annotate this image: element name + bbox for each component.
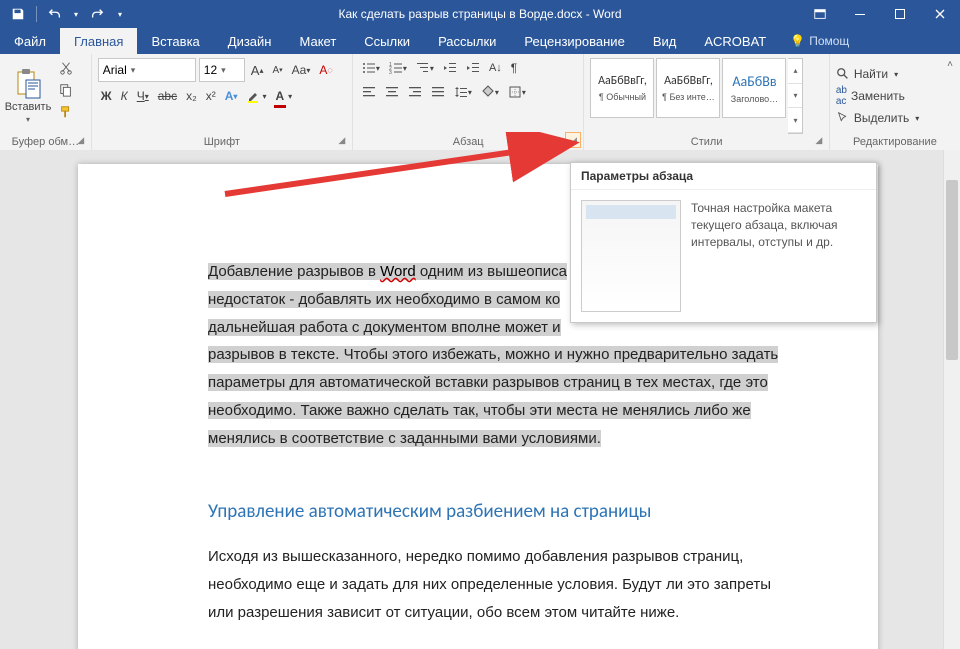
quick-access-toolbar: ▾ ▾	[0, 2, 127, 26]
italic-button[interactable]: К	[118, 86, 131, 106]
ribbon-options-icon[interactable]	[800, 0, 840, 28]
tab-references[interactable]: Ссылки	[350, 28, 424, 54]
tell-me[interactable]: 💡 Помощ	[780, 28, 859, 54]
select-button[interactable]: Выделить▾	[836, 108, 954, 128]
tab-insert[interactable]: Вставка	[137, 28, 213, 54]
format-painter-icon[interactable]	[56, 102, 76, 122]
undo-dropdown-icon[interactable]: ▾	[71, 2, 81, 26]
styles-launcher-icon[interactable]: ◢	[811, 132, 827, 148]
shading-icon[interactable]: ▾	[478, 82, 502, 102]
find-button[interactable]: Найти▾	[836, 64, 954, 84]
grow-font-icon[interactable]: A▴	[248, 60, 267, 80]
group-paragraph-label: Абзац	[359, 134, 578, 148]
style-gallery-more[interactable]: ▴▾▾	[788, 58, 803, 134]
tab-mailings[interactable]: Рассылки	[424, 28, 510, 54]
bullets-icon[interactable]: ▾	[359, 58, 383, 78]
paragraph-tooltip: Параметры абзаца Точная настройка макета…	[570, 162, 877, 323]
style-no-spacing[interactable]: АаБбВвГг, ¶ Без инте…	[656, 58, 720, 118]
bold-button[interactable]: Ж	[98, 86, 115, 106]
tell-me-label: Помощ	[809, 34, 849, 48]
copy-icon[interactable]	[56, 80, 76, 100]
ribbon-tabs: Файл Главная Вставка Дизайн Макет Ссылки…	[0, 28, 960, 54]
decrease-indent-icon[interactable]	[440, 58, 460, 78]
sort-icon[interactable]: A↓	[486, 58, 505, 78]
collapse-ribbon-icon[interactable]: ˄	[942, 56, 958, 72]
paste-button[interactable]: Вставить ▾	[6, 58, 50, 134]
subscript-button[interactable]: x₂	[183, 86, 200, 106]
group-clipboard: Вставить ▾ Буфер обм… ◢	[0, 54, 92, 150]
maximize-icon[interactable]	[880, 0, 920, 28]
chevron-down-icon: ▾	[26, 115, 30, 124]
align-center-icon[interactable]	[382, 82, 402, 102]
font-launcher-icon[interactable]: ◢	[334, 132, 350, 148]
scrollbar-thumb[interactable]	[946, 180, 958, 360]
font-name-combo[interactable]: Arial▾	[98, 58, 196, 82]
replace-button[interactable]: abac Заменить	[836, 86, 954, 106]
highlight-icon[interactable]: ▾	[243, 86, 269, 106]
group-styles: АаБбВвГг, ¶ Обычный АаБбВвГг, ¶ Без инте…	[584, 54, 829, 150]
tab-home[interactable]: Главная	[60, 28, 137, 54]
group-editing: Найти▾ abac Заменить Выделить▾ Редактиро…	[830, 54, 960, 150]
group-font: Arial▾ 12▾ A▴ A▾ Aa▾ A◌ Ж К Ч▾ abc x₂ x²…	[92, 54, 353, 150]
tab-design[interactable]: Дизайн	[214, 28, 286, 54]
change-case-icon[interactable]: Aa▾	[289, 60, 314, 80]
show-marks-icon[interactable]: ¶	[508, 58, 520, 78]
cut-icon[interactable]	[56, 58, 76, 78]
vertical-scrollbar[interactable]	[943, 150, 960, 649]
clipboard-launcher-icon[interactable]: ◢	[73, 132, 89, 148]
group-styles-label: Стили	[590, 134, 822, 148]
tooltip-thumbnail	[581, 200, 681, 312]
numbering-icon[interactable]: 123▾	[386, 58, 410, 78]
font-color-icon[interactable]: A▾	[272, 86, 295, 106]
tab-acrobat[interactable]: ACROBAT	[690, 28, 780, 54]
ribbon: Вставить ▾ Буфер обм… ◢ Arial▾ 12▾ A▴ A▾…	[0, 54, 960, 151]
save-icon[interactable]	[6, 2, 30, 26]
heading-2: Управление автоматическим разбиением на …	[208, 494, 803, 529]
redo-icon[interactable]	[85, 2, 109, 26]
clear-format-icon[interactable]: A◌	[316, 60, 335, 80]
window-title: Как сделать разрыв страницы в Ворде.docx…	[338, 7, 621, 21]
justify-icon[interactable]	[428, 82, 448, 102]
increase-indent-icon[interactable]	[463, 58, 483, 78]
group-editing-label: Редактирование	[836, 134, 954, 148]
font-size-combo[interactable]: 12▾	[199, 58, 245, 82]
style-heading1[interactable]: АаБбВв Заголово…	[722, 58, 786, 118]
window-buttons	[800, 0, 960, 28]
text-effects-icon[interactable]: A▾	[222, 86, 241, 106]
tab-review[interactable]: Рецензирование	[510, 28, 638, 54]
lightbulb-icon: 💡	[790, 34, 805, 48]
paragraph-launcher-icon[interactable]: ◢	[565, 132, 581, 148]
tab-view[interactable]: Вид	[639, 28, 691, 54]
style-normal[interactable]: АаБбВвГг, ¶ Обычный	[590, 58, 654, 118]
qat-customize-icon[interactable]: ▾	[113, 2, 127, 26]
title-bar: ▾ ▾ Как сделать разрыв страницы в Ворде.…	[0, 0, 960, 28]
group-paragraph: ▾ 123▾ ▾ A↓ ¶ ▾ ▾ ▾ Абзац ◢	[353, 54, 585, 150]
strike-button[interactable]: abc	[155, 86, 180, 106]
align-left-icon[interactable]	[359, 82, 379, 102]
close-icon[interactable]	[920, 0, 960, 28]
borders-icon[interactable]: ▾	[505, 82, 529, 102]
align-right-icon[interactable]	[405, 82, 425, 102]
style-gallery: АаБбВвГг, ¶ Обычный АаБбВвГг, ¶ Без инте…	[590, 58, 803, 134]
svg-text:3: 3	[389, 70, 392, 75]
tab-layout[interactable]: Макет	[285, 28, 350, 54]
tooltip-title: Параметры абзаца	[571, 163, 876, 190]
underline-button[interactable]: Ч▾	[134, 86, 152, 106]
minimize-icon[interactable]	[840, 0, 880, 28]
line-spacing-icon[interactable]: ▾	[451, 82, 475, 102]
paste-label: Вставить	[5, 102, 52, 113]
multilevel-icon[interactable]: ▾	[413, 58, 437, 78]
shrink-font-icon[interactable]: A▾	[269, 60, 285, 80]
group-font-label: Шрифт	[98, 134, 346, 148]
undo-icon[interactable]	[43, 2, 67, 26]
superscript-button[interactable]: x²	[203, 86, 219, 106]
tab-file[interactable]: Файл	[0, 28, 60, 54]
tooltip-text: Точная настройка макета текущего абзаца,…	[691, 200, 866, 312]
